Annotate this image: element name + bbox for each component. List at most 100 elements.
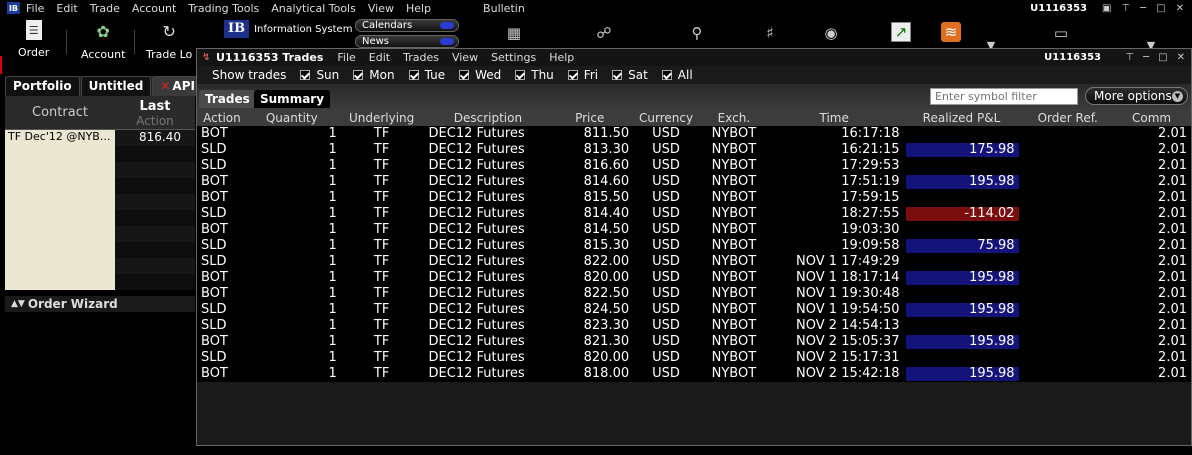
maximize-icon[interactable]: □: [1156, 3, 1165, 14]
table-row[interactable]: BOT 1 TF DEC12 Futures 814.50 USD NYBOT 19:03:3…: [197, 222, 1191, 238]
day-checkbox-thu[interactable]: Thu: [515, 68, 554, 82]
maximize-icon[interactable]: □: [1158, 52, 1167, 63]
checkbox-icon[interactable]: [459, 70, 470, 80]
day-checkbox-sat[interactable]: Sat: [612, 68, 648, 82]
table-row[interactable]: SLD 1 TF DEC12 Futures 815.30 USD NYBOT 19:09:5…: [197, 238, 1191, 254]
col-exchange[interactable]: Exch.: [699, 110, 769, 126]
trades-menu-trades[interactable]: Trades: [403, 51, 439, 64]
tab-untitled[interactable]: Untitled: [80, 76, 152, 96]
table-row[interactable]: BOT 1 TF DEC12 Futures 821.30 USD NYBOT NOV 2 1…: [197, 334, 1191, 350]
ib-information-system[interactable]: IB Information System: [224, 20, 352, 38]
col-comm[interactable]: Comm: [1116, 110, 1191, 126]
eraser-icon[interactable]: ▭: [1050, 22, 1072, 44]
account-button[interactable]: ✿ Account: [81, 20, 125, 62]
broom-icon[interactable]: ♯: [759, 22, 781, 44]
pin-icon[interactable]: ⊤: [1125, 52, 1134, 63]
table-row[interactable]: BOT 1 TF DEC12 Futures 811.50 USD NYBOT 16:17:1…: [197, 126, 1191, 142]
col-quantity[interactable]: Quantity: [247, 110, 338, 126]
calendars-button[interactable]: Calendars: [355, 19, 459, 32]
menu-view[interactable]: View: [368, 2, 394, 15]
col-description[interactable]: Description: [426, 110, 551, 126]
day-checkbox-fri[interactable]: Fri: [567, 68, 598, 82]
close-icon[interactable]: ✕: [1176, 3, 1184, 14]
menu-edit[interactable]: Edit: [56, 2, 77, 15]
list-item[interactable]: [5, 162, 195, 178]
list-item[interactable]: [5, 194, 195, 210]
minimize-icon[interactable]: ─: [1143, 52, 1149, 63]
news-button[interactable]: News: [355, 35, 459, 48]
tab-summary[interactable]: Summary: [254, 90, 331, 108]
table-row[interactable]: SLD 1 TF DEC12 Futures 822.00 USD NYBOT NOV 1 1…: [197, 254, 1191, 270]
table-row[interactable]: BOT 1 TF DEC12 Futures 820.00 USD NYBOT NOV 1 1…: [197, 270, 1191, 286]
checkbox-icon[interactable]: [661, 70, 672, 80]
list-item[interactable]: TF Dec'12 @NYB... 816.40: [5, 130, 195, 146]
menu-account[interactable]: Account: [132, 2, 176, 15]
list-item[interactable]: [5, 210, 195, 226]
table-row[interactable]: BOT 1 TF DEC12 Futures 818.00 USD NYBOT NOV 2 1…: [197, 366, 1191, 382]
close-tab-icon[interactable]: ✕: [160, 79, 170, 93]
rss-icon[interactable]: ≋: [941, 22, 961, 42]
checkbox-icon[interactable]: [612, 70, 623, 80]
col-price[interactable]: Price: [550, 110, 633, 126]
trades-titlebar[interactable]: ↯ U1116353 Trades File Edit Trades View …: [197, 49, 1191, 66]
col-order-ref[interactable]: Order Ref.: [1019, 110, 1116, 126]
day-checkbox-mon[interactable]: Mon: [353, 68, 395, 82]
checkbox-icon[interactable]: [353, 70, 364, 80]
list-item[interactable]: [5, 258, 195, 274]
day-checkbox-wed[interactable]: Wed: [459, 68, 501, 82]
order-button[interactable]: ☰ Order: [18, 20, 49, 59]
tab-portfolio[interactable]: Portfolio: [5, 76, 80, 96]
table-row[interactable]: BOT 1 TF DEC12 Futures 815.50 USD NYBOT 17:59:1…: [197, 190, 1191, 206]
col-realized-pnl[interactable]: Realized P&L: [904, 110, 1020, 126]
table-row[interactable]: SLD 1 TF DEC12 Futures 814.40 USD NYBOT 18:27:5…: [197, 206, 1191, 222]
checkbox-icon[interactable]: [300, 70, 311, 80]
checkbox-icon[interactable]: [515, 70, 526, 80]
checkbox-icon[interactable]: [567, 70, 578, 80]
table-row[interactable]: SLD 1 TF DEC12 Futures 813.30 USD NYBOT 16:21:1…: [197, 142, 1191, 158]
pin-icon[interactable]: ⊤: [1121, 3, 1130, 14]
table-row[interactable]: SLD 1 TF DEC12 Futures 816.60 USD NYBOT 17:29:5…: [197, 158, 1191, 174]
day-checkbox-all[interactable]: All: [661, 68, 693, 82]
list-item[interactable]: [5, 274, 195, 290]
minimize-icon[interactable]: ─: [1140, 3, 1146, 14]
menu-file[interactable]: File: [26, 2, 44, 15]
col-currency[interactable]: Currency: [633, 110, 699, 126]
book-icon[interactable]: ▦: [503, 22, 525, 44]
trades-menu-view[interactable]: View: [452, 51, 478, 64]
trades-menu-edit[interactable]: Edit: [369, 51, 390, 64]
menu-analytical-tools[interactable]: Analytical Tools: [271, 2, 356, 15]
order-wizard-header[interactable]: ▲▼ Order Wizard: [5, 296, 195, 312]
tab-trades[interactable]: Trades: [199, 90, 256, 108]
close-icon[interactable]: ✕: [1177, 52, 1185, 63]
trades-menu-settings[interactable]: Settings: [491, 51, 536, 64]
fx-icon[interactable]: ◉: [820, 22, 842, 44]
bulletin-link[interactable]: Bulletin: [483, 2, 525, 15]
col-underlying[interactable]: Underlying: [338, 110, 426, 126]
table-row[interactable]: SLD 1 TF DEC12 Futures 824.50 USD NYBOT NOV 1 1…: [197, 302, 1191, 318]
col-action[interactable]: Action: [197, 110, 247, 126]
table-row[interactable]: SLD 1 TF DEC12 Futures 823.30 USD NYBOT NOV 2 1…: [197, 318, 1191, 334]
list-item[interactable]: [5, 178, 195, 194]
col-time[interactable]: Time: [769, 110, 904, 126]
trades-menu-file[interactable]: File: [337, 51, 355, 64]
day-checkbox-sun[interactable]: Sun: [300, 68, 339, 82]
menu-trading-tools[interactable]: Trading Tools: [188, 2, 259, 15]
table-row[interactable]: BOT 1 TF DEC12 Futures 814.60 USD NYBOT 17:51:1…: [197, 174, 1191, 190]
magnifier-icon[interactable]: ⚲: [686, 22, 708, 44]
menu-trade[interactable]: Trade: [90, 2, 120, 15]
table-row[interactable]: SLD 1 TF DEC12 Futures 820.00 USD NYBOT NOV 2 1…: [197, 350, 1191, 366]
contract-header[interactable]: Contract: [5, 96, 115, 129]
list-item[interactable]: [5, 242, 195, 258]
link-icon[interactable]: ☍: [593, 22, 615, 44]
checkbox-icon[interactable]: [408, 70, 419, 80]
tradelog-button[interactable]: ↻ Trade Lo: [146, 20, 192, 62]
collapse-icon[interactable]: ▲▼: [11, 299, 25, 309]
more-options-button[interactable]: More options ▼: [1085, 87, 1188, 105]
table-row[interactable]: BOT 1 TF DEC12 Futures 822.50 USD NYBOT NOV 1 1…: [197, 286, 1191, 302]
last-header[interactable]: Last Action: [115, 96, 195, 129]
chart-icon[interactable]: ↗: [891, 22, 911, 42]
trades-menu-help[interactable]: Help: [549, 51, 574, 64]
menu-help[interactable]: Help: [406, 2, 431, 15]
list-item[interactable]: [5, 146, 195, 162]
symbol-filter-input[interactable]: [930, 88, 1078, 105]
